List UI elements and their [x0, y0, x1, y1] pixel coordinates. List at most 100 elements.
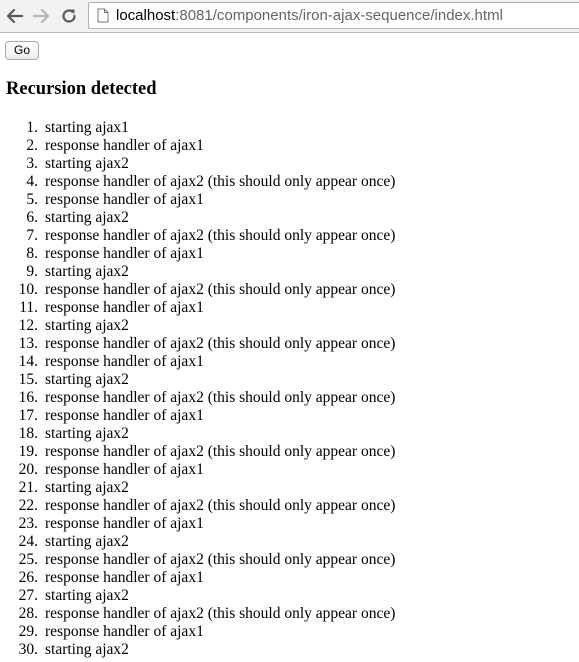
list-item-number: 22.: [18, 497, 38, 514]
list-item: 7. response handler of ajax2 (this should…: [0, 227, 395, 245]
back-button[interactable]: [4, 5, 26, 27]
list-item: 22. response handler of ajax2 (this shoul…: [0, 497, 396, 515]
list-item-text: response handler of ajax1: [45, 569, 204, 586]
list-item: 18. starting ajax2: [0, 425, 129, 443]
list-item: 16. response handler of ajax2 (this shoul…: [0, 389, 396, 407]
list-item-number: 13.: [18, 335, 38, 352]
list-item-number: 11.: [19, 299, 38, 316]
browser-toolbar: localhost:8081/components/iron-ajax-sequ…: [0, 0, 579, 33]
list-item-text: response handler of ajax1: [45, 353, 204, 370]
list-item-number: 14.: [18, 353, 38, 370]
list-item-text: starting ajax2: [45, 425, 129, 442]
address-bar[interactable]: localhost:8081/components/iron-ajax-sequ…: [88, 2, 579, 29]
list-item-number: 26.: [18, 569, 38, 586]
list-item-text: response handler of ajax2 (this should o…: [45, 227, 396, 244]
list-item: 30. starting ajax2: [0, 641, 129, 659]
list-item-number: 20.: [18, 461, 38, 478]
list-item: 9. starting ajax2: [0, 263, 129, 281]
list-item-text: response handler of ajax2 (this should o…: [45, 497, 396, 514]
list-item-text: response handler of ajax1: [45, 515, 204, 532]
page-content: Go Recursion detected 1. starting ajax1 2.…: [0, 33, 579, 662]
list-item-number: 27.: [18, 587, 38, 604]
list-item-text: starting ajax2: [45, 533, 129, 550]
list-item: 6. starting ajax2: [0, 209, 129, 227]
list-item-text: response handler of ajax1: [45, 191, 204, 208]
go-button[interactable]: Go: [5, 41, 40, 60]
reload-button[interactable]: [58, 5, 80, 27]
list-item: 1. starting ajax1: [0, 119, 129, 137]
list-item-text: response handler of ajax2 (this should o…: [45, 551, 396, 568]
list-item: 26. response handler of ajax1: [0, 569, 204, 587]
arrow-left-icon: [6, 8, 24, 24]
list-item: 17. response handler of ajax1: [0, 407, 204, 425]
list-item-text: starting ajax2: [45, 371, 129, 388]
list-item-number: 19.: [18, 443, 38, 460]
list-item: 15. starting ajax2: [0, 371, 129, 389]
list-item-number: 17.: [18, 407, 38, 424]
list-item: 28. response handler of ajax2 (this shoul…: [0, 605, 396, 623]
list-item: 4. response handler of ajax2 (this should…: [0, 173, 395, 191]
list-item: 19. response handler of ajax2 (this shoul…: [0, 443, 396, 461]
list-item-text: response handler of ajax1: [45, 407, 204, 424]
list-item-text: starting ajax2: [45, 209, 129, 226]
list-item-text: response handler of ajax1: [45, 461, 204, 478]
list-item: 24. starting ajax2: [0, 533, 129, 551]
list-item-number: 1.: [26, 119, 38, 136]
list-item: 3. starting ajax2: [0, 155, 129, 173]
list-item: 20. response handler of ajax1: [0, 461, 204, 479]
list-item-text: response handler of ajax2 (this should o…: [45, 173, 396, 190]
list-item: 2. response handler of ajax1: [0, 137, 203, 155]
list-item-text: response handler of ajax1: [45, 623, 204, 640]
list-item-number: 21.: [18, 479, 38, 496]
list-item-number: 9.: [26, 263, 38, 280]
list-item: 8. response handler of ajax1: [0, 245, 203, 263]
list-item-text: response handler of ajax2 (this should o…: [45, 443, 396, 460]
list-item-text: starting ajax2: [45, 587, 129, 604]
url-text: localhost:8081/components/iron-ajax-sequ…: [116, 7, 503, 24]
list-item-number: 10.: [18, 281, 38, 298]
log-list: 1. starting ajax1 2. response handler of aj…: [0, 119, 396, 659]
list-item-number: 23.: [18, 515, 38, 532]
list-item-number: 29.: [18, 623, 38, 640]
list-item: 21. starting ajax2: [0, 479, 129, 497]
list-item-number: 28.: [18, 605, 38, 622]
list-item-number: 25.: [18, 551, 38, 568]
list-item-number: 2.: [26, 137, 38, 154]
url-path: :8081/components/iron-ajax-sequence/inde…: [175, 7, 503, 24]
list-item-text: response handler of ajax2 (this should o…: [45, 389, 396, 406]
list-item: 29. response handler of ajax1: [0, 623, 204, 641]
list-item: 11. response handler of ajax1: [0, 299, 204, 317]
list-item-number: 30.: [18, 641, 38, 658]
list-item: 23. response handler of ajax1: [0, 515, 204, 533]
list-item-number: 7.: [26, 227, 38, 244]
list-item: 10. response handler of ajax2 (this shoul…: [0, 281, 396, 299]
list-item-text: response handler of ajax1: [45, 299, 204, 316]
list-item-number: 5.: [26, 191, 38, 208]
list-item-number: 12.: [18, 317, 38, 334]
list-item-number: 3.: [26, 155, 38, 172]
forward-button[interactable]: [30, 5, 52, 27]
list-item-text: starting ajax1: [45, 119, 129, 136]
list-item-text: response handler of ajax2 (this should o…: [45, 335, 396, 352]
list-item-text: starting ajax2: [45, 641, 129, 658]
list-item-number: 24.: [18, 533, 38, 550]
list-item-number: 16.: [18, 389, 38, 406]
list-item-text: starting ajax2: [45, 479, 129, 496]
list-item-number: 6.: [26, 209, 38, 226]
list-item: 27. starting ajax2: [0, 587, 129, 605]
arrow-right-icon: [32, 8, 50, 24]
page-icon: [96, 8, 110, 24]
page-heading: Recursion detected: [6, 79, 157, 99]
reload-icon: [62, 9, 76, 23]
list-item-text: starting ajax2: [45, 317, 129, 334]
list-item-text: starting ajax2: [45, 155, 129, 172]
list-item-text: response handler of ajax2 (this should o…: [45, 605, 396, 622]
list-item: 13. response handler of ajax2 (this shoul…: [0, 335, 396, 353]
list-item-text: response handler of ajax1: [45, 137, 204, 154]
list-item-text: response handler of ajax2 (this should o…: [45, 281, 396, 298]
url-host: localhost: [116, 7, 176, 24]
list-item-text: starting ajax2: [45, 263, 129, 280]
list-item-number: 18.: [18, 425, 38, 442]
list-item-number: 8.: [26, 245, 38, 262]
list-item-number: 4.: [26, 173, 38, 190]
